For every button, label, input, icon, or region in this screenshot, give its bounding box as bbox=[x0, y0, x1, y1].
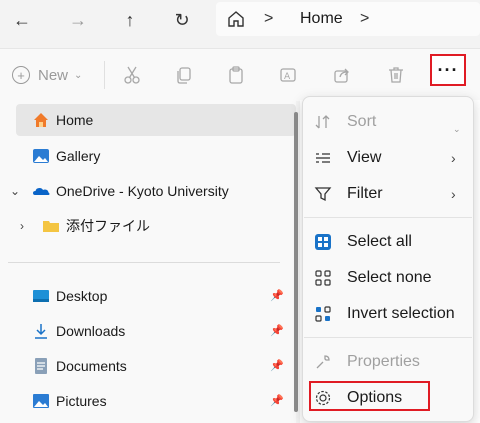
chevron-down-icon: ⌄ bbox=[453, 124, 461, 134]
gallery-icon bbox=[32, 147, 50, 165]
pin-icon[interactable]: 📌 bbox=[270, 324, 284, 337]
sidebar-item-label: 添付ファイル bbox=[66, 218, 150, 234]
sidebar-item-label: Downloads bbox=[56, 323, 126, 339]
svg-text:A: A bbox=[284, 72, 291, 82]
paste-icon[interactable] bbox=[224, 63, 248, 87]
delete-icon[interactable] bbox=[384, 63, 408, 87]
invert-selection-icon bbox=[313, 304, 333, 324]
refresh-icon[interactable]: ↻ bbox=[168, 6, 196, 34]
sidebar-item-home[interactable]: Home bbox=[16, 104, 296, 136]
up-arrow-icon[interactable]: ↑ bbox=[116, 6, 144, 34]
pin-icon[interactable]: 📌 bbox=[270, 394, 284, 407]
download-icon bbox=[32, 322, 50, 340]
onedrive-icon bbox=[32, 182, 50, 200]
plus-icon: + bbox=[12, 66, 30, 84]
chevron-right-icon[interactable]: › bbox=[20, 219, 24, 233]
options-highlight bbox=[309, 381, 430, 411]
menu-item-sort[interactable]: Sort ⌄ bbox=[303, 105, 473, 139]
sidebar-item-onedrive[interactable]: OneDrive - Kyoto University bbox=[32, 175, 229, 207]
sidebar-item-label: Documents bbox=[56, 358, 127, 374]
chevron-down-icon: ⌄ bbox=[74, 69, 83, 81]
sidebar-item-downloads[interactable]: Downloads bbox=[32, 315, 125, 347]
menu-item-label: Properties bbox=[347, 353, 420, 370]
share-icon[interactable] bbox=[330, 63, 354, 87]
cut-icon[interactable] bbox=[120, 63, 144, 87]
sidebar-item-pictures[interactable]: Pictures bbox=[32, 385, 107, 417]
forward-arrow-icon[interactable]: → bbox=[64, 6, 92, 34]
see-more-menu: Sort ⌄ View › Filter › Select all Select… bbox=[302, 96, 474, 422]
new-label: New bbox=[38, 66, 69, 84]
chevron-right-icon: › bbox=[451, 186, 456, 202]
sidebar-item-label: Desktop bbox=[56, 288, 108, 304]
sort-icon bbox=[313, 112, 333, 132]
menu-item-label: Sort bbox=[347, 113, 377, 130]
sidebar-item-gallery[interactable]: Gallery bbox=[32, 140, 100, 172]
documents-icon bbox=[32, 357, 50, 375]
menu-item-label: Invert selection bbox=[347, 305, 455, 322]
sidebar-item-label: Pictures bbox=[56, 393, 107, 409]
breadcrumb-separator[interactable]: > bbox=[360, 10, 369, 28]
sidebar-item-label: OneDrive - Kyoto University bbox=[56, 183, 229, 199]
folder-icon bbox=[42, 217, 60, 235]
sidebar-item-attachments[interactable]: 添付ファイル bbox=[42, 210, 150, 242]
title-navigation-bar: ← → ↑ ↻ > Home > bbox=[0, 0, 480, 40]
see-more-button[interactable]: ··· bbox=[430, 54, 466, 86]
breadcrumb-home[interactable]: Home bbox=[300, 10, 343, 28]
menu-item-invert-selection[interactable]: Invert selection bbox=[303, 297, 473, 331]
menu-item-label: Select none bbox=[347, 269, 432, 286]
menu-item-select-all[interactable]: Select all bbox=[303, 225, 473, 259]
rename-icon[interactable]: A bbox=[276, 63, 300, 87]
menu-item-label: Filter bbox=[347, 185, 383, 202]
copy-icon[interactable] bbox=[172, 63, 196, 87]
toolbar-divider bbox=[104, 61, 105, 89]
pictures-icon bbox=[32, 392, 50, 410]
sidebar-scrollbar[interactable] bbox=[294, 112, 298, 412]
pin-icon[interactable]: 📌 bbox=[270, 359, 284, 372]
view-icon bbox=[313, 148, 333, 168]
chevron-down-icon[interactable]: ⌄ bbox=[10, 184, 20, 198]
breadcrumb-separator[interactable]: > bbox=[264, 10, 273, 28]
new-button[interactable]: + New ⌄ bbox=[12, 63, 82, 87]
desktop-icon bbox=[32, 287, 50, 305]
select-none-icon bbox=[313, 268, 333, 288]
address-bar[interactable]: > Home > bbox=[216, 2, 480, 36]
menu-item-filter[interactable]: Filter › bbox=[303, 177, 473, 211]
select-all-icon bbox=[313, 232, 333, 252]
home-icon[interactable] bbox=[226, 9, 246, 34]
back-arrow-icon[interactable]: ← bbox=[8, 6, 36, 34]
menu-item-label: Select all bbox=[347, 233, 412, 250]
menu-separator bbox=[304, 217, 472, 218]
menu-separator bbox=[304, 337, 472, 338]
chevron-right-icon: › bbox=[451, 150, 456, 166]
sidebar-item-desktop[interactable]: Desktop bbox=[32, 280, 107, 312]
pin-icon[interactable]: 📌 bbox=[270, 289, 284, 302]
filter-icon bbox=[313, 184, 333, 204]
sidebar-divider bbox=[8, 262, 280, 263]
sidebar-item-label: Home bbox=[56, 112, 94, 128]
more-icon: ··· bbox=[437, 59, 459, 80]
properties-icon bbox=[313, 352, 333, 372]
sidebar-item-label: Gallery bbox=[56, 148, 101, 164]
menu-item-view[interactable]: View › bbox=[303, 141, 473, 175]
home-icon bbox=[32, 111, 50, 129]
menu-item-label: View bbox=[347, 149, 382, 166]
menu-item-select-none[interactable]: Select none bbox=[303, 261, 473, 295]
command-bar: + New ⌄ A bbox=[0, 48, 480, 101]
menu-item-properties[interactable]: Properties bbox=[303, 345, 473, 379]
sidebar-item-documents[interactable]: Documents bbox=[32, 350, 127, 382]
